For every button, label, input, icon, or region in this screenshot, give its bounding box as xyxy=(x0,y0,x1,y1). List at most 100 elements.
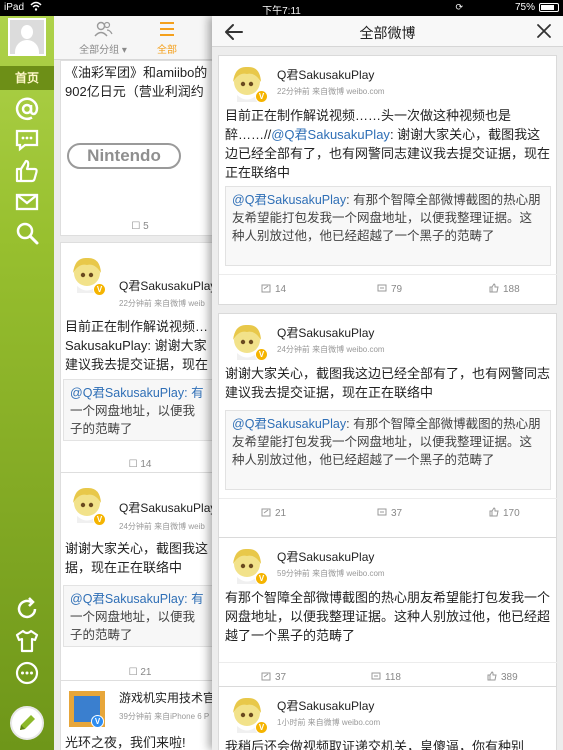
quote-line: @Q君SakusakuPlay: 有 xyxy=(70,592,204,606)
feed-card[interactable]: V Q君SakusakuPlay 22分钟前 来自微博 weib 目前正在制作解… xyxy=(60,242,218,480)
like-count: 170 xyxy=(503,508,520,519)
repost-count: 21 xyxy=(275,508,287,519)
quote-line: @Q君SakusakuPlay: 有 xyxy=(70,386,204,400)
quoted-post[interactable]: @Q君SakusakuPlay: 有 一个网盘地址，以便我 子的范畴了 xyxy=(63,379,217,441)
sidebar-item-home[interactable]: 首页 xyxy=(0,66,54,90)
post-card[interactable]: V Q君SakusakuPlay 59分钟前 来自微博 weibo.com 有那… xyxy=(218,537,558,693)
refresh-icon[interactable] xyxy=(14,596,40,622)
quote-line: 一个网盘地址，以便我 xyxy=(70,610,196,624)
post-text: 目前正在制作解说视频……头一次做这种视频也是醉……//@Q君SakusakuPl… xyxy=(225,106,553,182)
post-text-line: 据，现在正在联络中 xyxy=(65,560,183,575)
feed-card[interactable]: 《油彩军团》和amiibo的 902亿日元（营业利润约 Nintendo ☐ 5 xyxy=(60,60,218,236)
repost-icon xyxy=(261,284,271,293)
feed-card[interactable]: V Q君SakusakuPlay 24分钟前 来自微博 weib 谢谢大家关心，… xyxy=(60,472,218,686)
mention-link[interactable]: @Q君SakusakuPlay xyxy=(271,127,390,142)
repost-count[interactable]: ☐ 14 xyxy=(61,459,217,470)
author-name[interactable]: Q君SakusakuPlay xyxy=(277,324,374,341)
repost-count: 14 xyxy=(275,284,287,295)
thumbs-up-icon xyxy=(487,671,497,681)
comment-button[interactable]: 118 xyxy=(371,671,401,683)
author-name[interactable]: Q君SakusakuPlay xyxy=(277,66,374,83)
post-text-line: 目前正在制作解说视频… xyxy=(65,319,209,334)
mail-icon[interactable] xyxy=(14,189,40,215)
quoted-post[interactable]: @Q君SakusakuPlay: 有 一个网盘地址，以便我 子的范畴了 xyxy=(63,585,217,647)
quoted-post[interactable]: @Q君SakusakuPlay: 有那个智障全部微博截图的热心朋友希望能打包发我… xyxy=(225,410,551,490)
repost-button[interactable]: 14 xyxy=(261,283,286,295)
post-text-line: 光环之夜，我们来啦! xyxy=(65,735,186,750)
feed-card[interactable]: V 游戏机实用技术官 39分钟前 来自iPhone 6 P 光环之夜，我们来啦! xyxy=(60,680,218,750)
verified-badge: V xyxy=(255,721,268,734)
tab-groups-label: 全部分组 ▾ xyxy=(79,45,127,56)
panel-title: 全部微博 xyxy=(359,25,416,41)
repost-icon xyxy=(261,508,271,517)
comment-icon xyxy=(377,508,387,516)
search-icon[interactable] xyxy=(14,220,40,246)
repost-button[interactable]: 37 xyxy=(261,671,286,683)
repost-count[interactable]: ☐ 5 xyxy=(61,221,217,232)
comment-count: 37 xyxy=(391,508,403,519)
verified-badge: V xyxy=(93,283,106,296)
post-text-line: 建议我去提交证据，现在 xyxy=(65,357,209,372)
message-icon[interactable] xyxy=(14,127,40,153)
verified-badge: V xyxy=(255,348,268,361)
author-name[interactable]: Q君SakusakuPlay xyxy=(119,277,216,294)
status-time: 下午7:11 xyxy=(262,6,301,17)
rotation-lock-icon: ⟳ xyxy=(455,2,463,12)
post-text-line: 902亿日元（营业利润约 xyxy=(65,84,204,99)
tshirt-icon[interactable] xyxy=(14,628,40,654)
quote-line: 一个网盘地址，以便我 xyxy=(70,404,196,418)
post-text: 有那个智障全部微博截图的热心朋友希望能打包发我一个网盘地址，以便我整理证据。这种… xyxy=(225,590,551,643)
more-icon[interactable] xyxy=(14,660,40,686)
post-meta: 1小时前 来自微博 weibo.com xyxy=(277,718,381,727)
author-name[interactable]: Q君SakusakuPlay xyxy=(277,548,374,565)
repost-number: 14 xyxy=(140,459,152,470)
pencil-icon xyxy=(20,715,35,730)
like-button[interactable]: 170 xyxy=(489,507,520,519)
quote-line: 子的范畴了 xyxy=(70,422,133,436)
post-card[interactable]: V Q君SakusakuPlay 24分钟前 来自微博 weibo.com 谢谢… xyxy=(218,313,558,545)
author-name[interactable]: Q君SakusakuPlay xyxy=(119,499,216,516)
author-name[interactable]: Q君SakusakuPlay xyxy=(277,697,374,714)
repost-number: 21 xyxy=(140,667,152,678)
nintendo-logo: Nintendo xyxy=(67,143,181,169)
repost-button[interactable]: 21 xyxy=(261,507,286,519)
post-card[interactable]: V Q君SakusakuPlay 22分钟前 来自微博 weibo.com 目前… xyxy=(218,55,558,305)
post-image[interactable]: Nintendo xyxy=(65,107,185,195)
post-text-line: SakusakuPlay: 谢谢大家 xyxy=(65,338,207,353)
post-meta: 39分钟前 来自iPhone 6 P xyxy=(119,712,210,721)
comment-button[interactable]: 37 xyxy=(377,507,402,519)
verified-badge: V xyxy=(91,715,104,728)
author-name[interactable]: 游戏机实用技术官 xyxy=(119,689,215,706)
post-meta: 59分钟前 来自微博 weibo.com xyxy=(277,569,385,578)
compose-button[interactable] xyxy=(10,706,44,740)
thumbs-up-icon xyxy=(489,283,499,293)
like-button[interactable]: 188 xyxy=(489,283,520,295)
post-meta: 22分钟前 来自微博 weibo.com xyxy=(277,87,385,96)
repost-number: 5 xyxy=(143,221,149,232)
mention-link[interactable]: @Q君SakusakuPlay xyxy=(232,417,346,431)
like-count: 188 xyxy=(503,284,520,295)
verified-badge: V xyxy=(93,513,106,526)
comment-button[interactable]: 79 xyxy=(377,283,402,295)
repost-count[interactable]: ☐ 21 xyxy=(61,667,217,678)
close-button[interactable] xyxy=(535,22,553,40)
tab-all[interactable]: 全部 xyxy=(132,19,202,56)
user-avatar[interactable] xyxy=(8,18,46,56)
mention-link[interactable]: @Q君SakusakuPlay xyxy=(232,193,346,207)
panel-header: 全部微博 xyxy=(212,16,563,47)
post-card[interactable]: V Q君SakusakuPlay 1小时前 来自微博 weibo.com 我稍后… xyxy=(218,686,557,750)
post-meta: 24分钟前 来自微博 weibo.com xyxy=(277,345,385,354)
all-posts-panel: 全部微博 V Q君SakusakuPlay 22分钟前 来自微博 weibo.c… xyxy=(212,16,563,750)
at-icon[interactable] xyxy=(14,96,40,122)
thumbs-up-icon[interactable] xyxy=(14,158,40,184)
comment-count: 118 xyxy=(385,672,401,683)
people-icon xyxy=(94,21,113,37)
post-text-line: 《油彩军团》和amiibo的 xyxy=(65,65,208,80)
comment-count: 79 xyxy=(391,284,403,295)
quote-line: 子的范畴了 xyxy=(70,628,133,642)
close-icon xyxy=(537,24,551,38)
quoted-post[interactable]: @Q君SakusakuPlay: 有那个智障全部微博截图的热心朋友希望能打包发我… xyxy=(225,186,551,266)
status-bar: iPad 下午7:11 ⟳ 75% xyxy=(0,0,563,17)
tab-groups[interactable]: 全部分组 ▾ xyxy=(68,19,138,56)
like-button[interactable]: 389 xyxy=(487,671,518,683)
